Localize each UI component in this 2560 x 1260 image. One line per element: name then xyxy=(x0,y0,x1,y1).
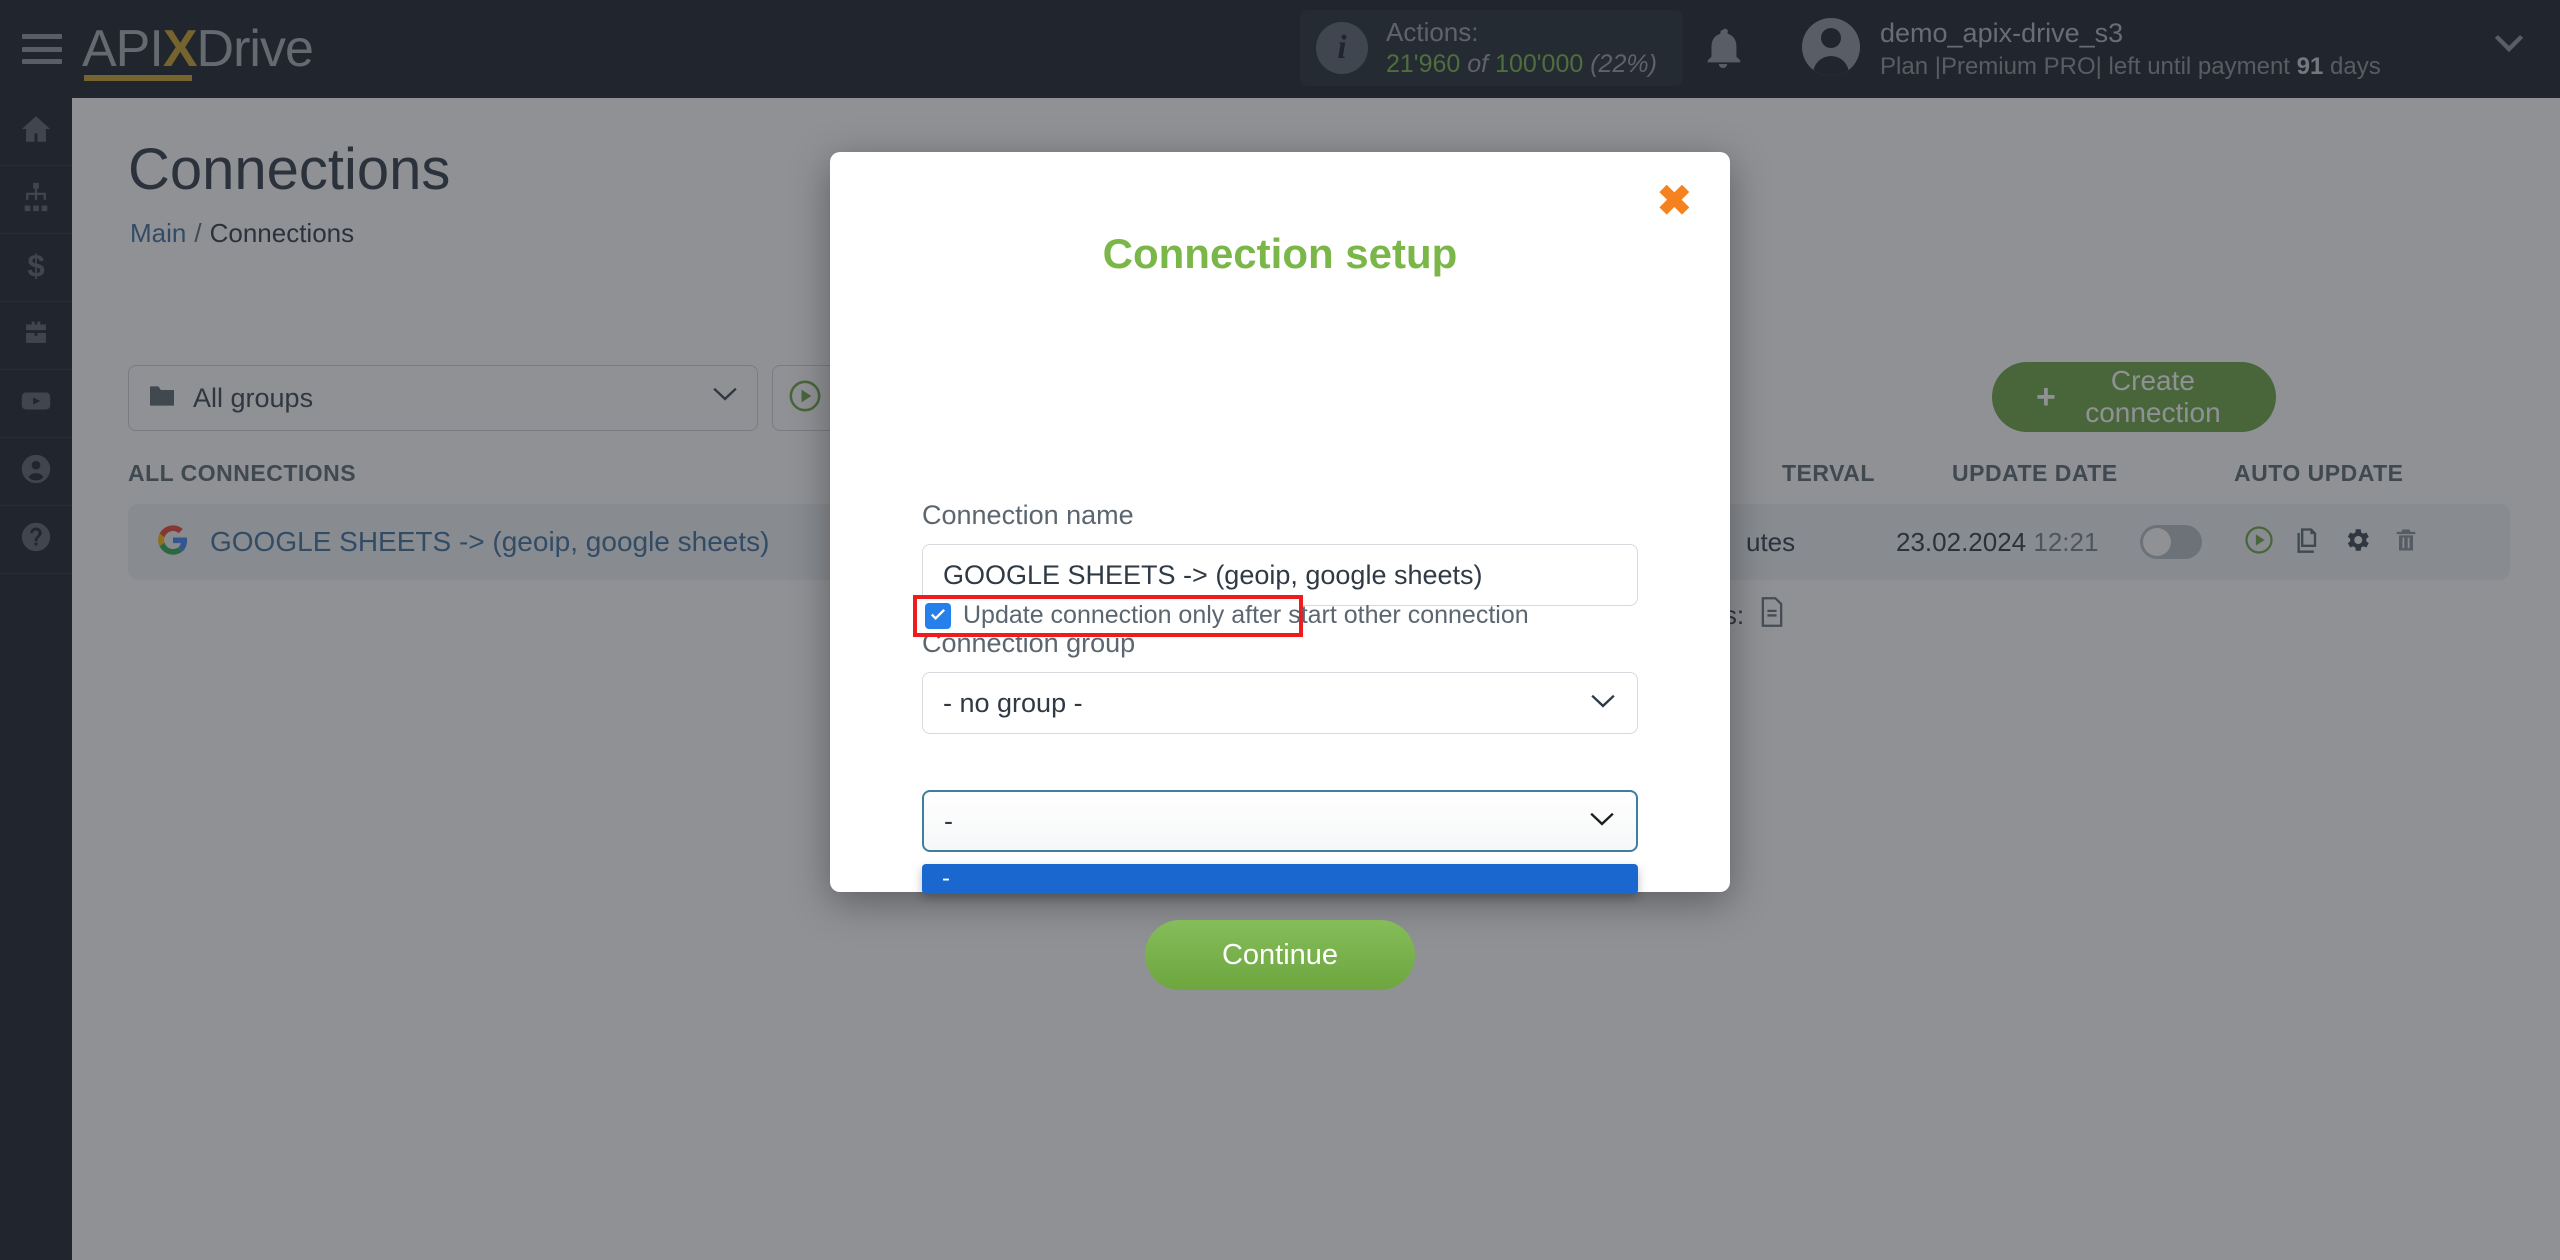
chevron-down-icon xyxy=(1588,806,1616,837)
other-connection-value: - xyxy=(944,805,953,836)
update-after-other-checkbox[interactable] xyxy=(925,602,951,629)
dropdown-option[interactable]: - xyxy=(922,864,1638,894)
modal-title: Connection setup xyxy=(1102,230,1458,277)
other-connection-select[interactable]: - xyxy=(922,790,1638,852)
close-icon[interactable]: ✖ xyxy=(1657,180,1692,222)
connection-group-value: - no group - xyxy=(943,687,1083,718)
app-root: APIXDrive i Actions: 21'960 of 100'000 (… xyxy=(0,0,2560,1260)
chevron-down-icon xyxy=(1589,688,1617,719)
connection-setup-modal: ✖ Connection setup Connection name Conne… xyxy=(830,152,1730,990)
update-after-other-label: Update connection only after start other… xyxy=(963,601,1529,629)
continue-button[interactable]: Continue xyxy=(1145,920,1415,990)
update-after-other-checkbox-row[interactable]: Update connection only after start other… xyxy=(925,601,1529,630)
connection-group-select[interactable]: - no group - xyxy=(922,672,1638,734)
connection-name-label: Connection name xyxy=(922,500,1134,530)
